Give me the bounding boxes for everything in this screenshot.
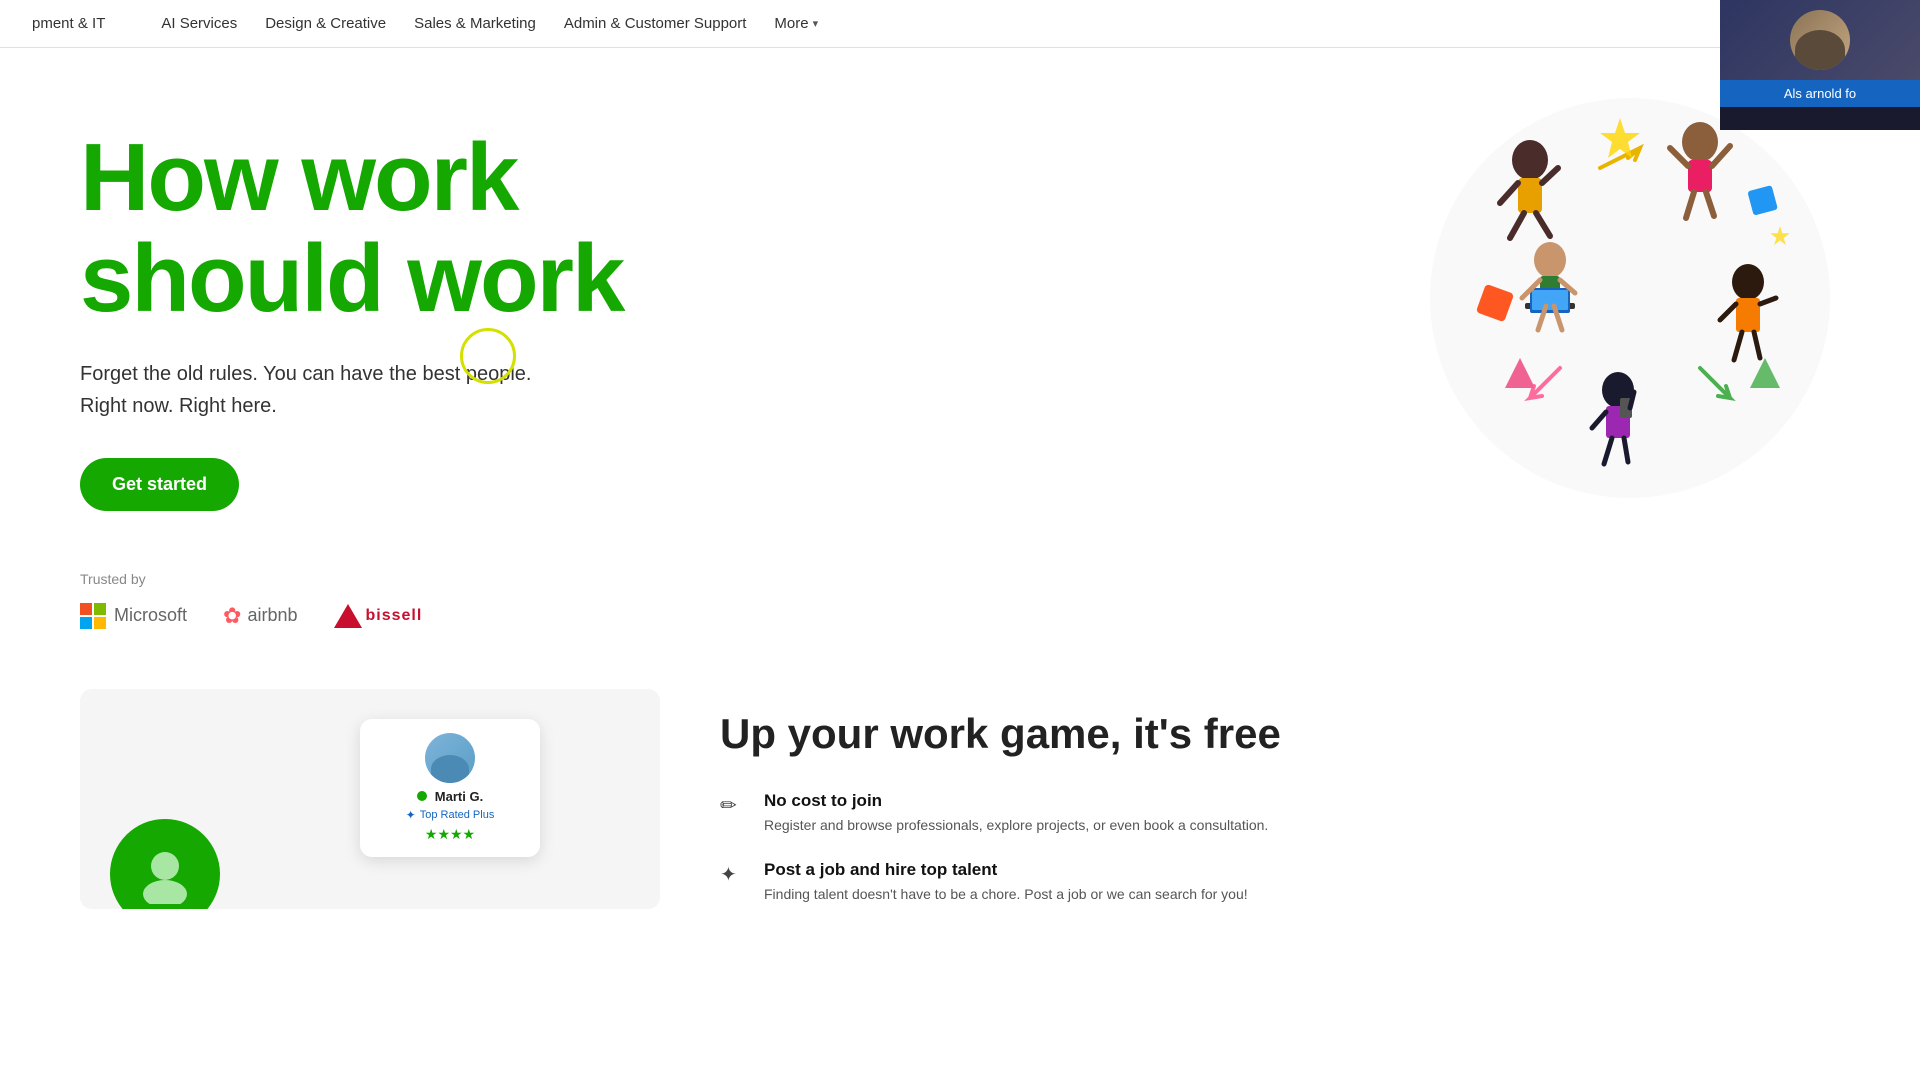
bissell-logo: bissell	[334, 604, 423, 628]
feature-0-text: No cost to join Register and browse prof…	[764, 791, 1268, 836]
upsell-title: Up your work game, it's free	[720, 709, 1780, 759]
trusted-by-section: Trusted by Microsoft ✿ airbnb	[80, 571, 623, 629]
nav-item-more[interactable]: More ▾	[774, 15, 818, 32]
video-label: Als arnold fo	[1720, 80, 1920, 107]
badge-text: Top Rated Plus	[420, 809, 495, 821]
nav-item-ai-services[interactable]: AI Services	[161, 15, 237, 32]
logo-row: Microsoft ✿ airbnb bissell	[80, 603, 623, 629]
online-indicator	[417, 791, 427, 801]
ms-grid-icon	[80, 603, 106, 629]
navbar: pment & IT AI Services Design & Creative…	[0, 0, 1920, 48]
nav-partial-left: pment & IT	[32, 15, 105, 32]
profile-card: Marti G. ✦ Top Rated Plus ★★★★	[360, 719, 540, 857]
profile-badge: ✦ Top Rated Plus	[378, 808, 522, 822]
hero-left: How work should work Forget the old rule…	[80, 108, 623, 629]
post-job-icon: ✦	[720, 862, 748, 905]
bissell-triangle-icon	[334, 604, 362, 628]
avatar	[425, 733, 475, 783]
video-person	[1720, 0, 1920, 80]
airbnb-icon: ✿	[223, 603, 241, 629]
airbnb-text: airbnb	[247, 605, 297, 626]
trusted-label: Trusted by	[80, 571, 623, 587]
feature-row-0: ✏ No cost to join Register and browse pr…	[720, 791, 1780, 836]
star-rating: ★★★★	[378, 826, 522, 843]
upsell-section: Up your work game, it's free ✏ No cost t…	[660, 689, 1840, 949]
airbnb-logo: ✿ airbnb	[223, 603, 297, 629]
feature-1-text: Post a job and hire top talent Finding t…	[764, 860, 1248, 905]
video-call-overlay: Als arnold fo	[1720, 0, 1920, 130]
feature-1-title: Post a job and hire top talent	[764, 860, 1248, 880]
feature-0-desc: Register and browse professionals, explo…	[764, 815, 1268, 836]
hero-illustration	[1420, 88, 1840, 588]
bottom-card: Marti G. ✦ Top Rated Plus ★★★★	[80, 689, 660, 909]
hero-subtitle: Forget the old rules. You can have the b…	[80, 358, 580, 422]
badge-icon: ✦	[406, 808, 416, 822]
profile-name: Marti G.	[435, 789, 483, 804]
hero-title: How work should work	[80, 128, 623, 330]
get-started-button[interactable]: Get started	[80, 458, 239, 511]
microsoft-logo: Microsoft	[80, 603, 187, 629]
avatar	[1790, 10, 1850, 70]
feature-row-1: ✦ Post a job and hire top talent Finding…	[720, 860, 1780, 905]
nav-item-design[interactable]: Design & Creative	[265, 15, 386, 32]
microsoft-text: Microsoft	[114, 605, 187, 626]
green-circle	[110, 819, 220, 909]
feature-1-desc: Finding talent doesn't have to be a chor…	[764, 884, 1248, 905]
nav-item-sales[interactable]: Sales & Marketing	[414, 15, 536, 32]
bottom-section: Marti G. ✦ Top Rated Plus ★★★★ Up your w…	[0, 689, 1920, 949]
chevron-down-icon: ▾	[813, 17, 819, 30]
bissell-text: bissell	[366, 607, 423, 625]
no-cost-icon: ✏	[720, 793, 748, 836]
feature-0-title: No cost to join	[764, 791, 1268, 811]
nav-item-admin[interactable]: Admin & Customer Support	[564, 15, 747, 32]
hero-section: How work should work Forget the old rule…	[0, 48, 1920, 669]
